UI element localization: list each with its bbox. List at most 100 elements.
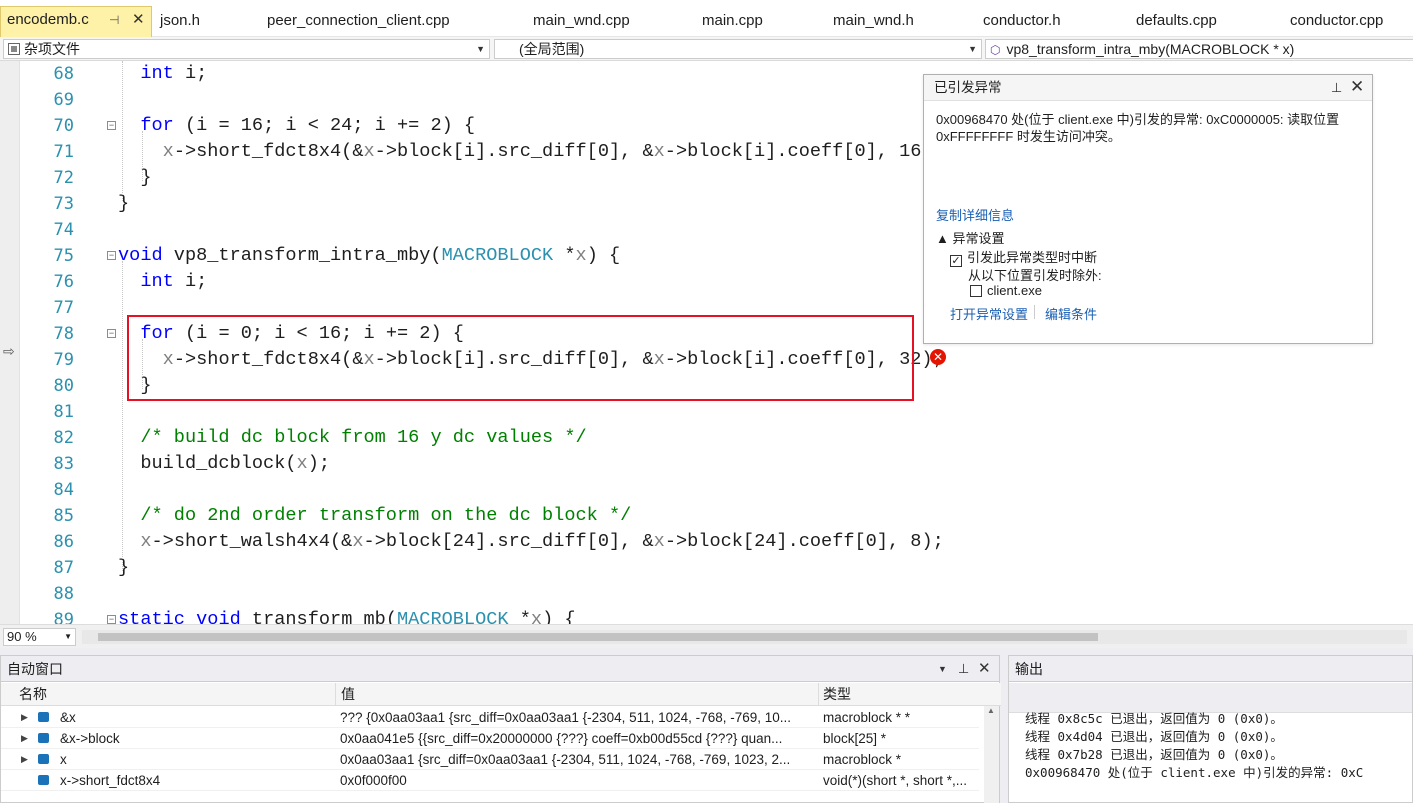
line-number: 80	[53, 376, 74, 396]
code-text: build_dcblock(x);	[118, 453, 331, 474]
table-row[interactable]: ▶ &x->block 0x0aa041e5 {{src_diff=0x200000…	[1, 728, 979, 749]
module-checkbox[interactable]	[970, 285, 982, 297]
line-number: 75	[53, 246, 74, 266]
column-header-name[interactable]: 名称	[19, 683, 47, 705]
fold-toggle-icon[interactable]: −	[107, 615, 116, 624]
code-text: }	[118, 557, 130, 578]
highlight-box	[127, 315, 914, 401]
tab-main-cpp[interactable]: main.cpp	[702, 8, 763, 37]
cell-name: x->short_fdct8x4	[60, 773, 161, 788]
output-line: 线程 0x7b28 已退出，返回值为 0 (0x0)。	[1025, 747, 1283, 762]
code-line[interactable]: 88	[0, 581, 1413, 607]
column-header-value[interactable]: 值	[341, 683, 355, 705]
fold-toggle-icon[interactable]: −	[107, 251, 116, 260]
code-line[interactable]: 84	[0, 477, 1413, 503]
scroll-up-icon[interactable]: ▲	[987, 706, 995, 715]
code-text: static void transform_mb(MACROBLOCK *x) …	[118, 609, 576, 624]
code-line[interactable]: 85 /* do 2nd order transform on the dc b…	[0, 503, 1413, 529]
tab-conductor-h[interactable]: conductor.h	[983, 8, 1061, 37]
edit-conditions-link[interactable]: 编辑条件	[1045, 304, 1097, 323]
horizontal-scrollbar[interactable]	[82, 630, 1407, 644]
pin-icon[interactable]: ⊥	[958, 656, 969, 682]
cell-value: 0x0f000f00	[340, 773, 407, 788]
close-icon[interactable]: ✕	[132, 7, 145, 33]
autos-title: 自动窗口	[7, 661, 63, 677]
tool-windows: 自动窗口 ▼ ⊥ ✕ 名称 值 类型 ▶ &x ??? {0x0aa03aa1 {s…	[0, 648, 1413, 803]
tab-encodemb-c[interactable]: encodemb.c ⊣ ✕	[0, 6, 152, 37]
member-dropdown[interactable]: ⬡ vp8_transform_intra_mby(MACROBLOCK * x)	[985, 39, 1413, 59]
member-label: vp8_transform_intra_mby(MACROBLOCK * x)	[1006, 41, 1295, 57]
expand-icon[interactable]: ▶	[21, 728, 28, 749]
close-icon[interactable]: ✕	[1350, 74, 1364, 100]
open-exception-settings-link[interactable]: 打开异常设置	[950, 304, 1028, 323]
line-number: 76	[53, 272, 74, 292]
cube-icon: ⬡	[990, 43, 1001, 57]
line-number: 89	[53, 610, 74, 624]
cell-name: x	[60, 752, 67, 767]
line-number: 77	[53, 298, 74, 318]
tab-main-wnd-cpp[interactable]: main_wnd.cpp	[533, 8, 630, 37]
exception-header: 已引发异常 ⊥ ✕	[924, 75, 1372, 101]
vertical-scrollbar[interactable]: ▲	[984, 706, 999, 803]
output-line: 线程 0x8c5c 已退出，返回值为 0 (0x0)。	[1025, 711, 1283, 726]
code-text: /* do 2nd order transform on the dc bloc…	[140, 505, 632, 526]
line-number: 88	[53, 584, 74, 604]
column-header-type[interactable]: 类型	[823, 683, 851, 705]
code-text: /* build dc block from 16 y dc values */	[140, 427, 587, 448]
code-text: x->short_walsh4x4(&x->block[24].src_diff…	[140, 531, 944, 552]
module-option[interactable]: client.exe	[970, 283, 1042, 298]
tab-peer-connection-client-cpp[interactable]: peer_connection_client.cpp	[267, 8, 450, 37]
line-number: 71	[53, 142, 74, 162]
code-line[interactable]: 89 − static void transform_mb(MACROBLOCK *…	[0, 607, 1413, 624]
column-divider[interactable]	[335, 683, 336, 705]
zoom-dropdown[interactable]: 90 % ▼	[3, 628, 76, 646]
code-line[interactable]: 81	[0, 399, 1413, 425]
expand-icon[interactable]: ▶	[21, 707, 28, 728]
except-when-from-label: 从以下位置引发时除外:	[968, 268, 1102, 283]
break-when-thrown-label: 引发此异常类型时中断	[967, 250, 1098, 265]
expand-icon[interactable]: ▶	[21, 749, 28, 770]
project-icon	[8, 43, 20, 55]
exception-settings-header[interactable]: ▲ 异常设置	[936, 228, 1004, 247]
line-number: 82	[53, 428, 74, 448]
cell-type: void(*)(short *, short *,...	[823, 773, 968, 788]
tab-defaults-cpp[interactable]: defaults.cpp	[1136, 8, 1217, 37]
tab-main-wnd-h[interactable]: main_wnd.h	[833, 8, 914, 37]
fold-toggle-icon[interactable]: −	[107, 329, 116, 338]
zoom-level: 90 %	[7, 629, 37, 644]
column-divider[interactable]	[818, 683, 819, 705]
copy-details-link[interactable]: 复制详细信息	[936, 205, 1014, 224]
variable-icon	[38, 754, 49, 764]
project-dropdown[interactable]: 杂项文件 ▼	[3, 39, 490, 59]
scrollbar-thumb[interactable]	[98, 633, 1098, 641]
table-row[interactable]: ▶ &x ??? {0x0aa03aa1 {src_diff=0x0aa03aa1 …	[1, 707, 979, 728]
code-line[interactable]: 83 build_dcblock(x);	[0, 451, 1413, 477]
chevron-down-icon[interactable]: ▼	[938, 656, 947, 682]
tab-label: encodemb.c	[7, 11, 89, 28]
code-line[interactable]: 86 x->short_walsh4x4(&x->block[24].src_d…	[0, 529, 1413, 555]
code-text: }	[118, 193, 130, 214]
pin-icon[interactable]: ⊣	[109, 7, 119, 33]
module-label: client.exe	[987, 283, 1042, 298]
code-line[interactable]: 87}	[0, 555, 1413, 581]
break-when-thrown-option[interactable]: ✓ 引发此异常类型时中断	[950, 247, 1097, 267]
exception-message: 0x00968470 处(位于 client.exe 中)引发的异常: 0xC0…	[936, 112, 1340, 144]
line-number: 83	[53, 454, 74, 474]
tab-json-h[interactable]: json.h	[160, 8, 200, 37]
close-icon[interactable]: ✕	[978, 656, 991, 682]
fold-toggle-icon[interactable]: −	[107, 121, 116, 130]
pin-icon[interactable]: ⊥	[1331, 75, 1342, 101]
link-separator	[1034, 305, 1035, 319]
tab-conductor-cpp[interactable]: conductor.cpp	[1290, 8, 1383, 37]
variable-icon	[38, 775, 49, 785]
table-row[interactable]: ▶ x 0x0aa03aa1 {src_diff=0x0aa03aa1 {-2304…	[1, 749, 979, 770]
chevron-down-icon: ▼	[64, 632, 72, 641]
variable-icon	[38, 712, 49, 722]
scope-dropdown[interactable]: (全局范围) ▼	[494, 39, 982, 59]
table-row[interactable]: x->short_fdct8x4 0x0f000f00 void(*)(short …	[1, 770, 979, 791]
variable-icon	[38, 733, 49, 743]
code-text: x->short_fdct8x4(&x->block[i].src_diff[0…	[162, 141, 944, 162]
code-line[interactable]: 82 /* build dc block from 16 y dc values…	[0, 425, 1413, 451]
break-when-thrown-checkbox[interactable]: ✓	[950, 255, 962, 267]
line-number: 78	[53, 324, 74, 344]
